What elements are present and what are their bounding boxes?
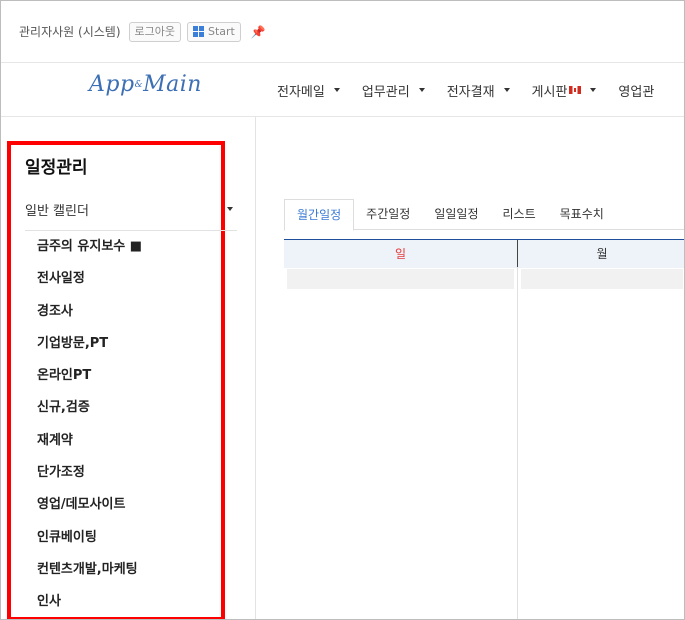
pin-icon[interactable]: 📌: [251, 25, 266, 39]
calendar-item[interactable]: 경조사: [37, 296, 142, 328]
chevron-down-icon: [227, 207, 233, 211]
calendar-grid: [284, 267, 684, 619]
nav-item-work[interactable]: 업무관리: [362, 81, 425, 100]
calendar-item[interactable]: 인큐베이팅: [37, 522, 142, 554]
nav-item-email[interactable]: 전자메일: [277, 81, 340, 100]
user-name: 관리자사원 (시스템): [19, 25, 121, 39]
day-number-strip: [287, 269, 514, 289]
nav-item-approval[interactable]: 전자결재: [447, 81, 510, 100]
nav-menu: 전자메일 업무관리 전자결재 게시판 영업관: [277, 64, 676, 116]
calendar-list: 금주의 유지보수 ■ 전사일정 경조사 기업방문,PT 온라인PT 신규,검증 …: [37, 231, 142, 619]
weekday-sunday: 일: [284, 240, 518, 268]
calendar-item[interactable]: 인사: [37, 586, 142, 618]
nav-item-board[interactable]: 게시판: [532, 81, 597, 100]
app-window: 관리자사원 (시스템) 로그아웃 Start 📌 App&Main 전자메일 업…: [0, 0, 685, 620]
chevron-down-icon: [333, 88, 340, 92]
logout-button[interactable]: 로그아웃: [128, 21, 181, 42]
calendar-type-value: 일반 캘린더: [25, 203, 89, 219]
day-cell[interactable]: [518, 267, 684, 619]
calendar-item[interactable]: 전사일정: [37, 263, 142, 295]
calendar-item[interactable]: 온라인PT: [37, 360, 142, 392]
nav-item-sales[interactable]: 영업관: [618, 81, 654, 100]
calendar-item[interactable]: 기업방문,PT: [37, 328, 142, 360]
day-number-strip: [521, 269, 683, 289]
tab-targets[interactable]: 목표수치: [548, 199, 616, 229]
chevron-down-icon: [590, 88, 597, 92]
calendar-item[interactable]: 컨텐츠개발,마케팅: [37, 554, 142, 586]
calendar-item[interactable]: 재계약: [37, 425, 142, 457]
flag-icon: [569, 86, 582, 94]
weekday-monday: 월: [596, 247, 608, 261]
calendar-item[interactable]: 신규,검증: [37, 392, 142, 424]
chevron-down-icon: [503, 88, 510, 92]
start-button[interactable]: Start: [186, 21, 241, 42]
calendar-item[interactable]: 단가조정: [37, 457, 142, 489]
user-bar: 관리자사원 (시스템) 로그아웃 Start 📌: [1, 1, 684, 63]
calendar-weekday-header: 일 월: [284, 239, 684, 268]
tab-list[interactable]: 리스트: [491, 199, 548, 229]
calendar-type-select[interactable]: 일반 캘린더: [25, 197, 235, 221]
calendar-item[interactable]: 금주의 유지보수 ■: [37, 231, 142, 263]
app-logo[interactable]: App&Main: [89, 72, 202, 97]
sidebar-title: 일정관리: [25, 158, 88, 178]
tab-monthly[interactable]: 월간일정: [284, 199, 355, 231]
tab-daily[interactable]: 일일일정: [422, 199, 490, 229]
tab-weekly[interactable]: 주간일정: [354, 199, 422, 229]
calendar-item[interactable]: 영업/데모사이트: [37, 489, 142, 521]
main-nav: App&Main 전자메일 업무관리 전자결재 게시판 영업관: [1, 64, 684, 117]
chevron-down-icon: [418, 88, 425, 92]
calendar-view-tabs: 월간일정 주간일정 일일일정 리스트 목표수치: [284, 199, 684, 231]
start-label: Start: [207, 24, 235, 38]
windows-icon: [192, 26, 204, 37]
day-cell[interactable]: [284, 267, 518, 619]
